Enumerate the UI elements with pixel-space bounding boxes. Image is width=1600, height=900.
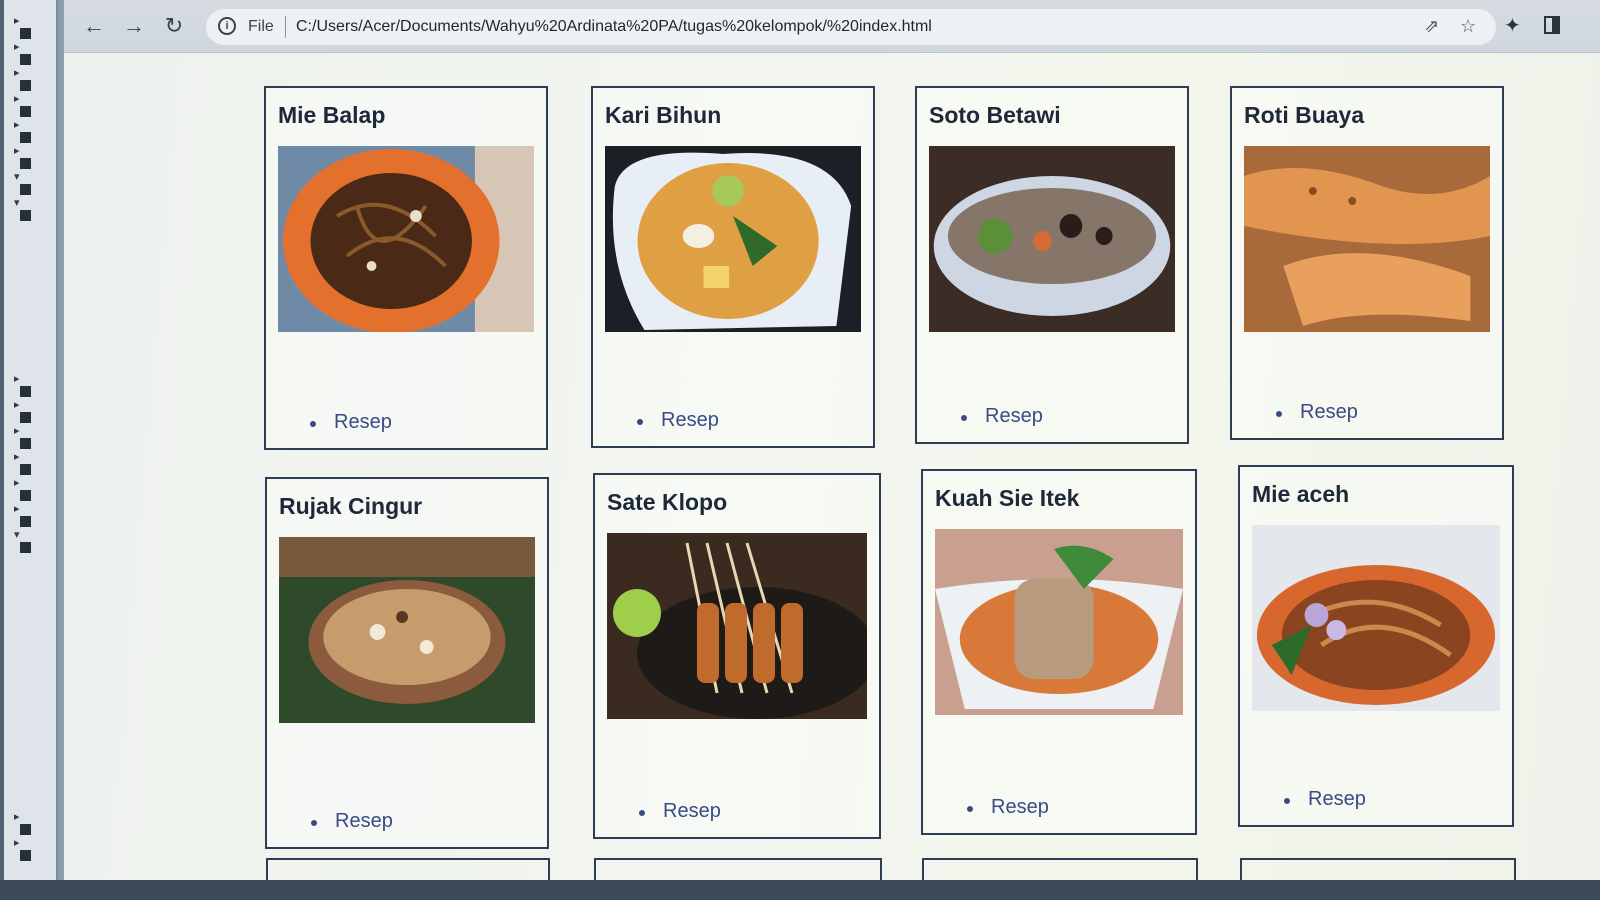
tree-item-icon: ▸ xyxy=(14,372,36,397)
recipe-link[interactable]: Resep xyxy=(661,409,719,431)
tree-item-icon: ▸ xyxy=(14,502,36,527)
food-card: Kari Bihun Resep xyxy=(591,86,875,448)
recipe-list: Resep xyxy=(593,409,719,432)
arrow-right-icon[interactable]: → xyxy=(120,12,148,40)
recipe-link[interactable]: Resep xyxy=(1300,401,1358,423)
recipe-list: Resep xyxy=(1240,788,1366,811)
tree-item-icon: ▸ xyxy=(14,836,36,861)
tree-item-icon: ▸ xyxy=(14,118,36,143)
recipe-list-item: Resep xyxy=(1284,788,1366,811)
sidebar-icon[interactable] xyxy=(1544,16,1560,34)
food-photo xyxy=(1252,525,1500,711)
recipe-list-item: Resep xyxy=(967,796,1049,819)
food-card: Sate Klopo Resep xyxy=(593,473,881,839)
reload-icon[interactable]: ↻ xyxy=(160,12,188,40)
card-title: Kari Bihun xyxy=(605,102,722,128)
recipe-link[interactable]: Resep xyxy=(663,800,721,822)
food-card: Mie Balap Resep xyxy=(264,86,548,450)
recipe-list-item: Resep xyxy=(637,409,719,432)
food-photo xyxy=(607,533,867,719)
food-photo xyxy=(935,529,1183,715)
recipe-link[interactable]: Resep xyxy=(334,411,392,433)
food-card: Mie aceh Resep xyxy=(1238,465,1514,827)
address-scheme: File xyxy=(248,18,274,35)
tree-item-icon: ▸ xyxy=(14,66,36,91)
recipe-list: Resep xyxy=(267,810,393,833)
tree-item-icon: ▸ xyxy=(14,92,36,117)
tree-item-icon: ▾ xyxy=(14,528,36,553)
food-photo xyxy=(1244,146,1490,332)
card-title: Soto Betawi xyxy=(929,102,1061,128)
tree-item-icon: ▸ xyxy=(14,450,36,475)
address-separator xyxy=(285,16,286,38)
tree-item-icon: ▸ xyxy=(14,810,36,835)
page-content: Mie Balap Resep Kari Bihun Resep Soto Be… xyxy=(64,53,1600,900)
recipe-list: Resep xyxy=(595,800,721,823)
star-icon[interactable]: ☆ xyxy=(1460,16,1476,37)
recipe-list: Resep xyxy=(917,405,1043,428)
food-photo xyxy=(278,146,534,332)
card-title: Kuah Sie Itek xyxy=(935,485,1080,511)
recipe-list: Resep xyxy=(923,796,1049,819)
tree-item-icon: ▸ xyxy=(14,14,36,39)
card-title: Mie Balap xyxy=(278,102,386,128)
recipe-list-item: Resep xyxy=(639,800,721,823)
recipe-list-item: Resep xyxy=(961,405,1043,428)
card-title: Mie aceh xyxy=(1252,481,1350,507)
card-title: Rujak Cingur xyxy=(279,493,423,519)
puzzle-icon[interactable]: ✦ xyxy=(1504,13,1521,38)
food-card: Roti Buaya Resep xyxy=(1230,86,1504,440)
recipe-list-item: Resep xyxy=(1276,401,1358,424)
tree-item-icon: ▸ xyxy=(14,476,36,501)
info-icon[interactable]: i xyxy=(218,17,236,35)
editor-gutter: ▸ ▸ ▸ ▸ ▸ ▸ ▾ ▾ ▸ ▸ ▸ ▸ ▸ ▸ ▾ ▸ ▸ xyxy=(4,0,58,900)
tree-item-icon: ▸ xyxy=(14,40,36,65)
tree-item-icon: ▸ xyxy=(14,144,36,169)
food-photo-graphic xyxy=(607,533,867,719)
recipe-list: Resep xyxy=(1232,401,1358,424)
food-photo xyxy=(279,537,535,723)
food-card: Rujak Cingur Resep xyxy=(265,477,549,849)
food-card: Kuah Sie Itek Resep xyxy=(921,469,1197,835)
food-photo-graphic xyxy=(279,537,535,723)
arrow-left-icon[interactable]: ← xyxy=(80,12,108,40)
browser-toolbar: ← → ↻ i File C:/Users/Acer/Documents/Wah… xyxy=(64,0,1600,53)
tree-item-icon: ▾ xyxy=(14,170,36,195)
food-photo-graphic xyxy=(1244,146,1490,332)
food-photo-graphic xyxy=(1252,525,1500,711)
address-bar[interactable]: i File C:/Users/Acer/Documents/Wahyu%20A… xyxy=(206,9,1496,45)
tree-item-icon: ▸ xyxy=(14,424,36,449)
recipe-list: Resep xyxy=(266,411,392,434)
recipe-list-item: Resep xyxy=(310,411,392,434)
food-photo-graphic xyxy=(935,529,1183,715)
card-title: Roti Buaya xyxy=(1244,102,1365,128)
food-photo-graphic xyxy=(605,146,861,332)
screen-bezel xyxy=(0,880,1600,900)
address-url[interactable]: C:/Users/Acer/Documents/Wahyu%20Ardinata… xyxy=(296,18,932,36)
recipe-link[interactable]: Resep xyxy=(985,405,1043,427)
food-photo xyxy=(605,146,861,332)
card-title: Sate Klopo xyxy=(607,489,728,515)
food-card: Soto Betawi Resep xyxy=(915,86,1189,444)
food-photo xyxy=(929,146,1175,332)
recipe-list-item: Resep xyxy=(311,810,393,833)
share-icon[interactable]: ⇗ xyxy=(1424,16,1439,37)
food-photo-graphic xyxy=(929,146,1175,332)
browser-window: ← → ↻ i File C:/Users/Acer/Documents/Wah… xyxy=(64,0,1600,900)
recipe-link[interactable]: Resep xyxy=(991,796,1049,818)
recipe-link[interactable]: Resep xyxy=(1308,788,1366,810)
food-photo-graphic xyxy=(278,146,534,332)
background-editor-strip: ▸ ▸ ▸ ▸ ▸ ▸ ▾ ▾ ▸ ▸ ▸ ▸ ▸ ▸ ▾ ▸ ▸ xyxy=(0,0,64,900)
tree-item-icon: ▸ xyxy=(14,398,36,423)
recipe-link[interactable]: Resep xyxy=(335,810,393,832)
tree-item-icon: ▾ xyxy=(14,196,36,221)
